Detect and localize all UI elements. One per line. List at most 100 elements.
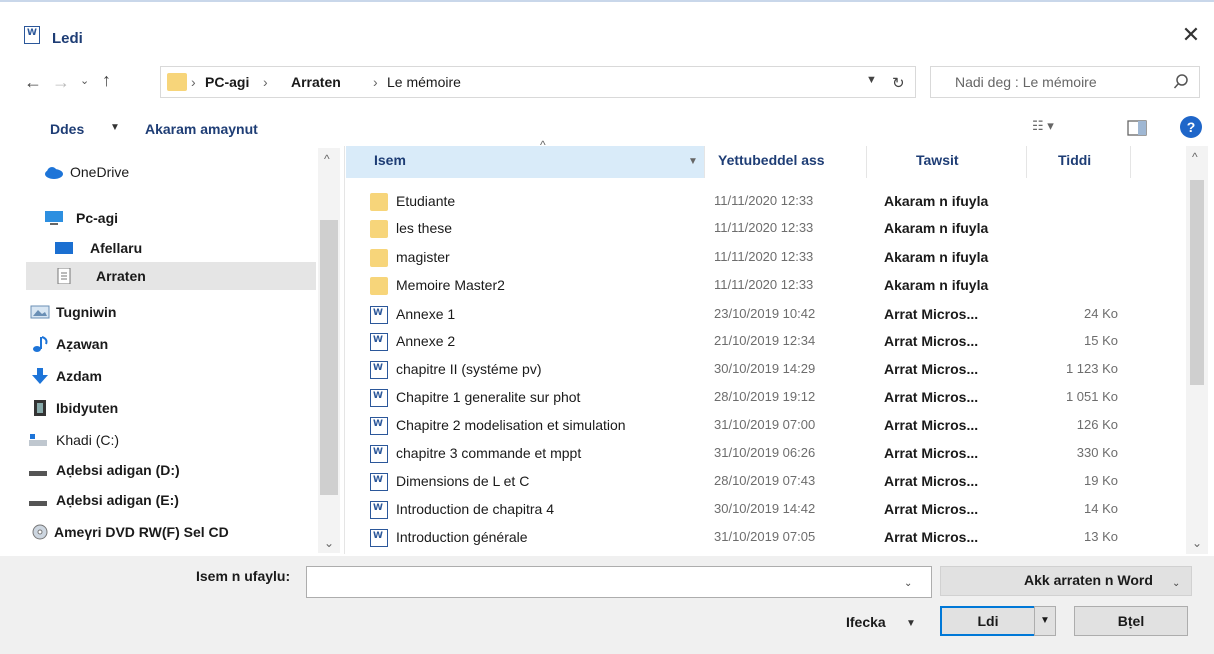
- open-button[interactable]: Ldi: [940, 606, 1036, 636]
- file-row[interactable]: Dimensions de L et C 28/10/2019 07:43 Arra…: [360, 469, 1190, 495]
- file-size: 14 Ko: [1084, 501, 1118, 516]
- filetype-dropdown-icon[interactable]: ⌄: [1172, 578, 1180, 589]
- new-folder-button[interactable]: Akaram amaynut: [145, 121, 258, 137]
- column-divider[interactable]: [1130, 146, 1131, 178]
- file-size: 1 051 Ko: [1065, 389, 1118, 404]
- preview-pane-icon[interactable]: [1126, 118, 1148, 138]
- sidebar-scrollbar-thumb[interactable]: [320, 220, 338, 495]
- file-type: Akaram n ifuyla: [884, 277, 989, 293]
- sidebar-item-onedrive[interactable]: OneDrive: [26, 158, 316, 186]
- sidebar-item-desktop[interactable]: Afellaru: [26, 234, 316, 262]
- address-bar[interactable]: › PC-agi › Arraten › Le mémoire: [160, 66, 916, 98]
- sidebar-item-pictures[interactable]: Tugniwin: [26, 298, 316, 326]
- file-list-scrollbar-thumb[interactable]: [1190, 180, 1204, 385]
- file-type: Arrat Micros...: [884, 389, 979, 405]
- file-row[interactable]: chapitre II (systéme pv) 30/10/2019 14:29…: [360, 357, 1190, 383]
- tools-dropdown-icon[interactable]: ▼: [906, 618, 916, 629]
- sidebar-item-drive-c[interactable]: Khadi (C:): [26, 426, 316, 454]
- column-divider[interactable]: [1026, 146, 1027, 178]
- file-date: 11/11/2020 12:33: [714, 277, 814, 292]
- file-size: 126 Ko: [1076, 417, 1118, 432]
- filename-dropdown-icon[interactable]: ⌄: [904, 578, 912, 589]
- file-type: Arrat Micros...: [884, 417, 979, 433]
- refresh-icon[interactable]: ↻: [892, 74, 905, 92]
- open-options-dropdown-icon[interactable]: ▼: [1034, 606, 1056, 636]
- sidebar-item-music[interactable]: Aẓawan: [26, 330, 316, 358]
- scroll-down-icon[interactable]: ⌄: [1192, 536, 1202, 550]
- column-header-date[interactable]: Yettubeddel ass: [718, 152, 825, 168]
- file-date: 31/10/2019 07:00: [714, 417, 816, 432]
- music-icon: [33, 336, 48, 352]
- file-type: Akaram n ifuyla: [884, 193, 989, 209]
- breadcrumb-pc[interactable]: PC-agi: [205, 74, 249, 90]
- sidebar-item-documents[interactable]: Arraten: [26, 262, 316, 290]
- sidebar-item-label: Khadi (C:): [56, 432, 120, 448]
- file-type: Akaram n ifuyla: [884, 220, 989, 236]
- file-size: 19 Ko: [1084, 473, 1118, 488]
- sidebar-item-label: Afellaru: [90, 240, 143, 256]
- recent-locations-chevron-icon[interactable]: ⌄: [80, 74, 89, 87]
- column-divider[interactable]: [704, 146, 705, 178]
- tools-button[interactable]: Ifecka: [846, 614, 886, 630]
- pictures-icon: [30, 305, 50, 319]
- cloud-icon: [45, 167, 63, 179]
- up-arrow-icon[interactable]: ↑: [102, 70, 111, 91]
- back-arrow-icon[interactable]: ←: [24, 72, 42, 93]
- file-row[interactable]: chapitre 3 commande et mppt 31/10/2019 06…: [360, 441, 1190, 467]
- column-header-type[interactable]: Tawsit: [916, 152, 959, 168]
- column-filter-dropdown-icon[interactable]: ▼: [688, 156, 698, 167]
- drive-icon: [29, 501, 47, 506]
- file-date: 28/10/2019 07:43: [714, 473, 816, 488]
- word-doc-icon: [370, 306, 388, 324]
- search-icon[interactable]: [1173, 73, 1189, 91]
- sidebar-item-dvd[interactable]: Ameγri DVD RW(F) Sel CD: [26, 518, 316, 546]
- file-row[interactable]: Introduction de chapitra 4 30/10/2019 14:…: [360, 497, 1190, 523]
- word-doc-icon: [370, 445, 388, 463]
- file-type: Arrat Micros...: [884, 501, 979, 517]
- file-size: 15 Ko: [1084, 333, 1118, 348]
- scroll-down-icon[interactable]: ⌄: [324, 536, 334, 550]
- organize-button[interactable]: Ddes: [50, 121, 84, 137]
- sidebar-item-downloads[interactable]: Azdam: [26, 362, 316, 390]
- file-row[interactable]: Chapitre 2 modelisation et simulation 31/…: [360, 413, 1190, 439]
- close-button[interactable]: ✕: [1176, 22, 1206, 48]
- file-row[interactable]: Memoire Master2 11/11/2020 12:33 Akaram n …: [360, 273, 1190, 299]
- file-row[interactable]: Chapitre 1 generalite sur phot 28/10/2019…: [360, 385, 1190, 411]
- forward-arrow-icon[interactable]: →: [52, 72, 70, 93]
- file-row[interactable]: les these 11/11/2020 12:33 Akaram n ifuyla: [360, 216, 1190, 242]
- cancel-button[interactable]: Bṭel: [1074, 606, 1188, 636]
- filename-label: Isem n ufaylu:: [196, 568, 291, 584]
- address-dropdown-icon[interactable]: ▼: [866, 74, 877, 86]
- help-icon[interactable]: ?: [1180, 116, 1202, 138]
- breadcrumb-current[interactable]: Le mémoire: [387, 74, 461, 90]
- change-view-icon[interactable]: ☷ ▾: [1032, 118, 1072, 138]
- sort-ascending-icon: ^: [540, 138, 546, 152]
- file-date: 31/10/2019 07:05: [714, 529, 816, 544]
- search-input[interactable]: Nadi deg : Le mémoire: [930, 66, 1200, 98]
- column-header-size[interactable]: Tiddi: [1058, 152, 1091, 168]
- word-doc-icon: [370, 389, 388, 407]
- file-name: chapitre 3 commande et mppt: [396, 445, 582, 461]
- scroll-up-icon[interactable]: ^: [1192, 150, 1198, 164]
- file-row[interactable]: Annexe 2 21/10/2019 12:34 Arrat Micros... 1…: [360, 329, 1190, 355]
- sidebar-item-drive-e[interactable]: Aḍebsi adigan (E:): [26, 486, 316, 514]
- file-row[interactable]: Introduction générale 31/10/2019 07:05 Arr…: [360, 525, 1190, 551]
- filetype-value: Akk arraten n Word: [1024, 572, 1153, 588]
- organize-dropdown-icon[interactable]: ▼: [110, 122, 120, 133]
- sidebar-item-drive-d[interactable]: Aḍebsi adigan (D:): [26, 456, 316, 484]
- file-row[interactable]: Etudiante 11/11/2020 12:33 Akaram n ifuyla: [360, 189, 1190, 215]
- sidebar-item-pc[interactable]: Pc-agi: [26, 204, 316, 232]
- word-app-icon: [24, 26, 40, 44]
- file-type: Arrat Micros...: [884, 445, 979, 461]
- breadcrumb-documents[interactable]: Arraten: [291, 74, 341, 90]
- file-row[interactable]: magister 11/11/2020 12:33 Akaram n ifuyla: [360, 245, 1190, 271]
- folder-icon: [167, 73, 187, 91]
- column-divider[interactable]: [866, 146, 867, 178]
- column-header-name[interactable]: Isem: [374, 152, 406, 168]
- file-date: 31/10/2019 06:26: [714, 445, 816, 460]
- filename-input[interactable]: [306, 566, 932, 598]
- scroll-up-icon[interactable]: ^: [324, 152, 330, 166]
- file-row[interactable]: Annexe 1 23/10/2019 10:42 Arrat Micros... 2…: [360, 302, 1190, 328]
- sidebar-item-videos[interactable]: Ibidyuten: [26, 394, 316, 422]
- file-date: 11/11/2020 12:33: [714, 249, 814, 264]
